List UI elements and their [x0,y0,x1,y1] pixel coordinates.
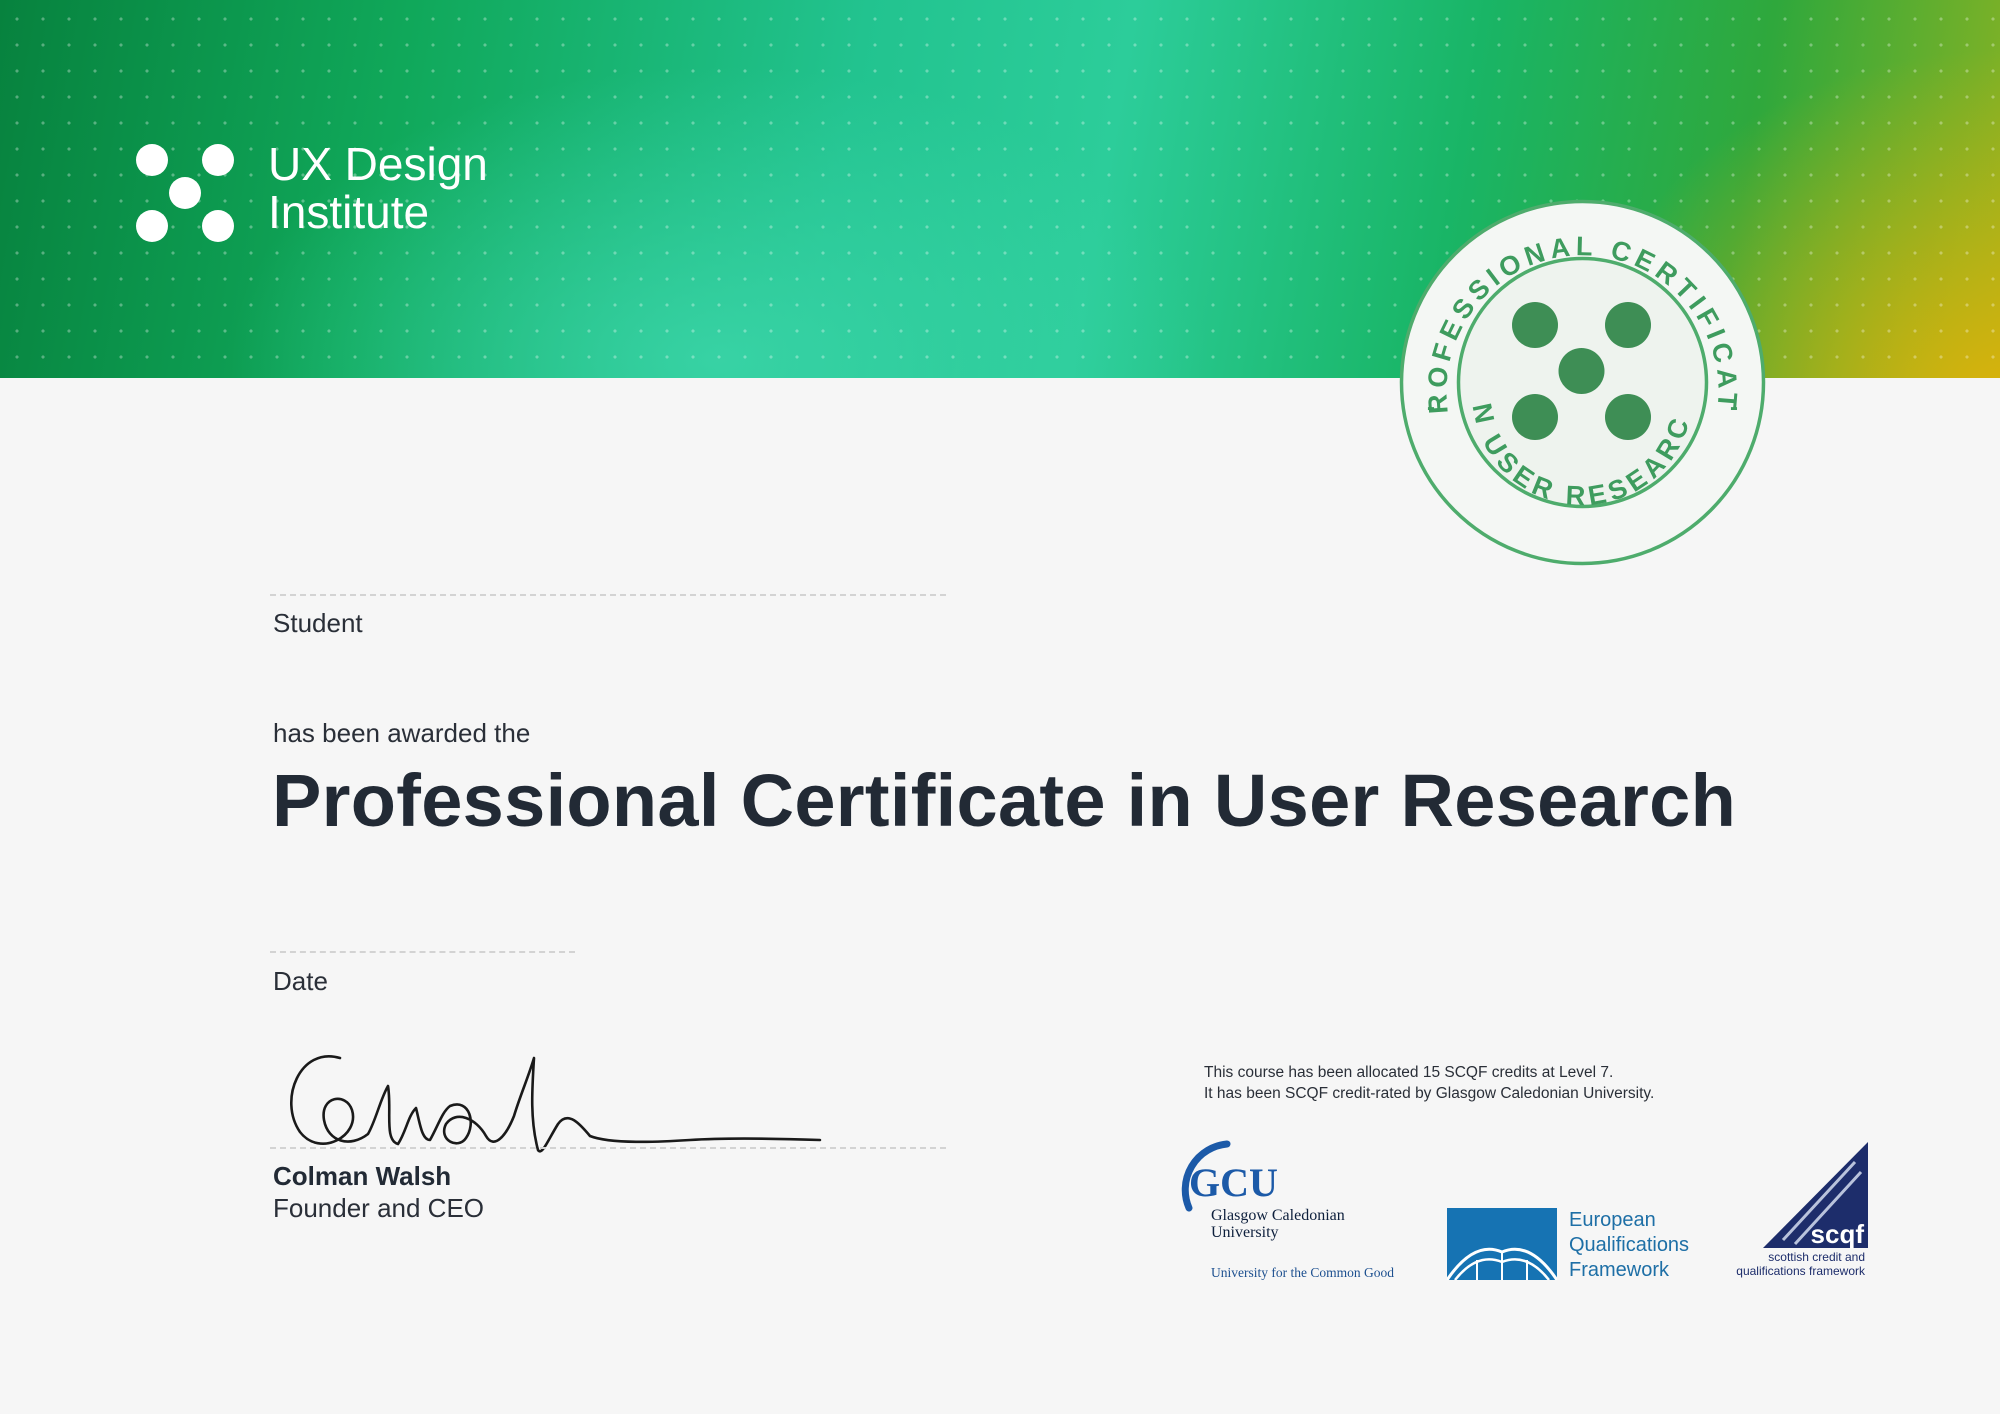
scqf-abbr: scqf [1811,1219,1865,1249]
student-label: Student [273,608,363,638]
brand-logo: UX Design Institute [130,130,530,250]
signature-line [270,1147,946,1149]
certificate-title: Professional Certificate in User Researc… [272,759,1737,842]
eqf-line3: Framework [1569,1259,1670,1281]
certificate-seal: PROFESSIONAL CERTIFICATE IN USER RESEARC… [1395,195,1766,566]
brand-name-line2: Institute [268,186,430,238]
accreditation-note: This course has been allocated 15 SCQF c… [1204,1062,1654,1104]
scqf-caption-line1: scottish credit and [1768,1250,1865,1264]
five-dot-logo-icon [136,144,234,242]
gcu-logo: GCU Glasgow Caledonian University Univer… [1181,1140,1394,1280]
gcu-name-line1: Glasgow Caledonian [1211,1207,1345,1224]
accreditation-line2: It has been SCQF credit-rated by Glasgow… [1204,1085,1655,1102]
signer-role: Founder and CEO [273,1193,485,1223]
date-line [270,951,575,953]
awarded-text: has been awarded the [273,718,531,748]
eqf-line1: European [1569,1209,1656,1231]
signature [290,1055,822,1153]
seal-separator-right: - [1730,394,1738,421]
gcu-name-line2: University [1211,1224,1279,1241]
gcu-tagline: University for the Common Good [1211,1265,1394,1280]
scqf-caption-line2: qualifications framework [1736,1264,1865,1278]
brand-name: UX Design Institute [268,140,488,236]
eqf-text: European Qualifications Framework [1569,1208,1689,1283]
eqf-line2: Qualifications [1569,1234,1690,1256]
seal-separator-left: - [1427,394,1435,421]
brand-name-line1: UX Design [268,138,488,190]
scqf-caption: scottish credit and qualifications frame… [1710,1250,1865,1278]
signer-name: Colman Walsh [273,1161,452,1191]
student-line [270,594,946,596]
gcu-abbr: GCU [1189,1160,1278,1205]
eqf-bridge-icon [1447,1208,1557,1280]
accreditation-line1: This course has been allocated 15 SCQF c… [1204,1064,1614,1081]
eqf-logo: European Qualifications Framework [1447,1208,1707,1283]
date-label: Date [273,966,328,996]
